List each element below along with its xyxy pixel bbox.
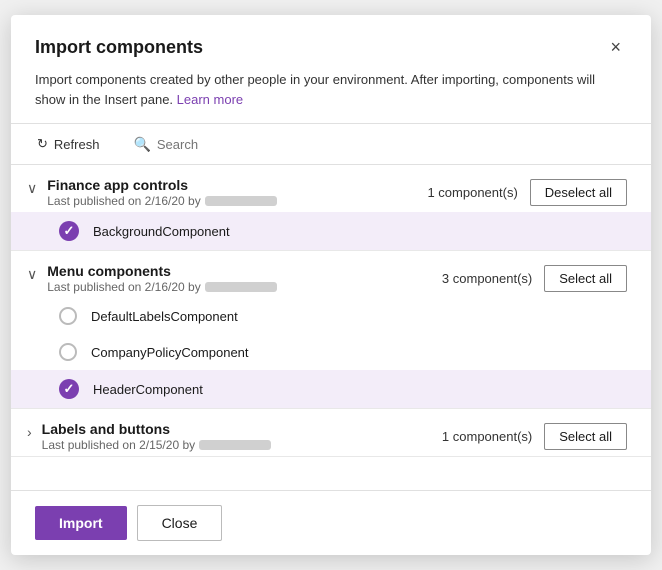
import-button[interactable]: Import (35, 506, 127, 540)
group-menu-chevron[interactable]: ∨ (27, 264, 39, 283)
select-all-labels-button[interactable]: Select all (544, 423, 627, 450)
group-menu-info: Menu components Last published on 2/16/2… (47, 263, 276, 294)
search-input[interactable] (157, 137, 297, 152)
group-labels-right: 1 component(s) Select all (442, 423, 627, 450)
import-components-dialog: Import components × Import components cr… (11, 15, 651, 555)
group-finance-header: ∨ Finance app controls Last published on… (11, 165, 651, 212)
group-finance-info: Finance app controls Last published on 2… (47, 177, 276, 208)
refresh-label: Refresh (54, 137, 100, 152)
component-item: BackgroundComponent (11, 212, 651, 250)
search-area: 🔍 (133, 136, 296, 153)
component-radio[interactable] (59, 307, 77, 325)
description-text: Import components created by other peopl… (35, 72, 595, 107)
author-blur-labels (199, 440, 271, 450)
group-labels: › Labels and buttons Last published on 2… (11, 409, 651, 457)
group-labels-info: Labels and buttons Last published on 2/1… (42, 421, 271, 452)
group-finance: ∨ Finance app controls Last published on… (11, 165, 651, 251)
search-icon: 🔍 (133, 136, 150, 153)
group-labels-left: › Labels and buttons Last published on 2… (27, 421, 271, 452)
component-name: HeaderComponent (93, 382, 203, 397)
learn-more-link[interactable]: Learn more (177, 92, 243, 107)
component-radio[interactable] (59, 343, 77, 361)
component-name: DefaultLabelsComponent (91, 309, 238, 324)
component-item: DefaultLabelsComponent (11, 298, 651, 334)
author-blur-menu (205, 282, 277, 292)
group-labels-chevron[interactable]: › (27, 422, 34, 440)
group-menu-meta: Last published on 2/16/20 by (47, 280, 276, 294)
dialog-description: Import components created by other peopl… (11, 70, 651, 123)
group-finance-meta: Last published on 2/16/20 by (47, 194, 276, 208)
cancel-button[interactable]: Close (137, 505, 223, 541)
component-checkbox-checked[interactable] (59, 379, 79, 399)
component-name: CompanyPolicyComponent (91, 345, 249, 360)
group-labels-header: › Labels and buttons Last published on 2… (11, 409, 651, 456)
group-labels-meta: Last published on 2/15/20 by (42, 438, 271, 452)
group-finance-right: 1 component(s) Deselect all (427, 179, 627, 206)
group-finance-chevron[interactable]: ∨ (27, 178, 39, 197)
select-all-menu-button[interactable]: Select all (544, 265, 627, 292)
group-labels-count: 1 component(s) (442, 429, 532, 444)
component-item: HeaderComponent (11, 370, 651, 408)
group-finance-name: Finance app controls (47, 177, 276, 193)
group-menu: ∨ Menu components Last published on 2/16… (11, 251, 651, 409)
author-blur (205, 196, 277, 206)
group-menu-right: 3 component(s) Select all (442, 265, 627, 292)
component-name: BackgroundComponent (93, 224, 230, 239)
toolbar: ↻ Refresh 🔍 (11, 123, 651, 165)
content-area: ∨ Finance app controls Last published on… (11, 165, 651, 490)
group-labels-name: Labels and buttons (42, 421, 271, 437)
component-item: CompanyPolicyComponent (11, 334, 651, 370)
dialog-footer: Import Close (11, 490, 651, 555)
group-menu-count: 3 component(s) (442, 271, 532, 286)
refresh-icon: ↻ (37, 136, 48, 152)
group-finance-left: ∨ Finance app controls Last published on… (27, 177, 277, 208)
group-menu-left: ∨ Menu components Last published on 2/16… (27, 263, 277, 294)
deselect-all-finance-button[interactable]: Deselect all (530, 179, 627, 206)
component-checkbox-checked[interactable] (59, 221, 79, 241)
refresh-button[interactable]: ↻ Refresh (35, 132, 101, 156)
group-finance-count: 1 component(s) (427, 185, 517, 200)
dialog-title: Import components (35, 37, 203, 58)
close-button[interactable]: × (604, 35, 627, 60)
group-menu-name: Menu components (47, 263, 276, 279)
group-menu-header: ∨ Menu components Last published on 2/16… (11, 251, 651, 298)
dialog-header: Import components × (11, 15, 651, 70)
